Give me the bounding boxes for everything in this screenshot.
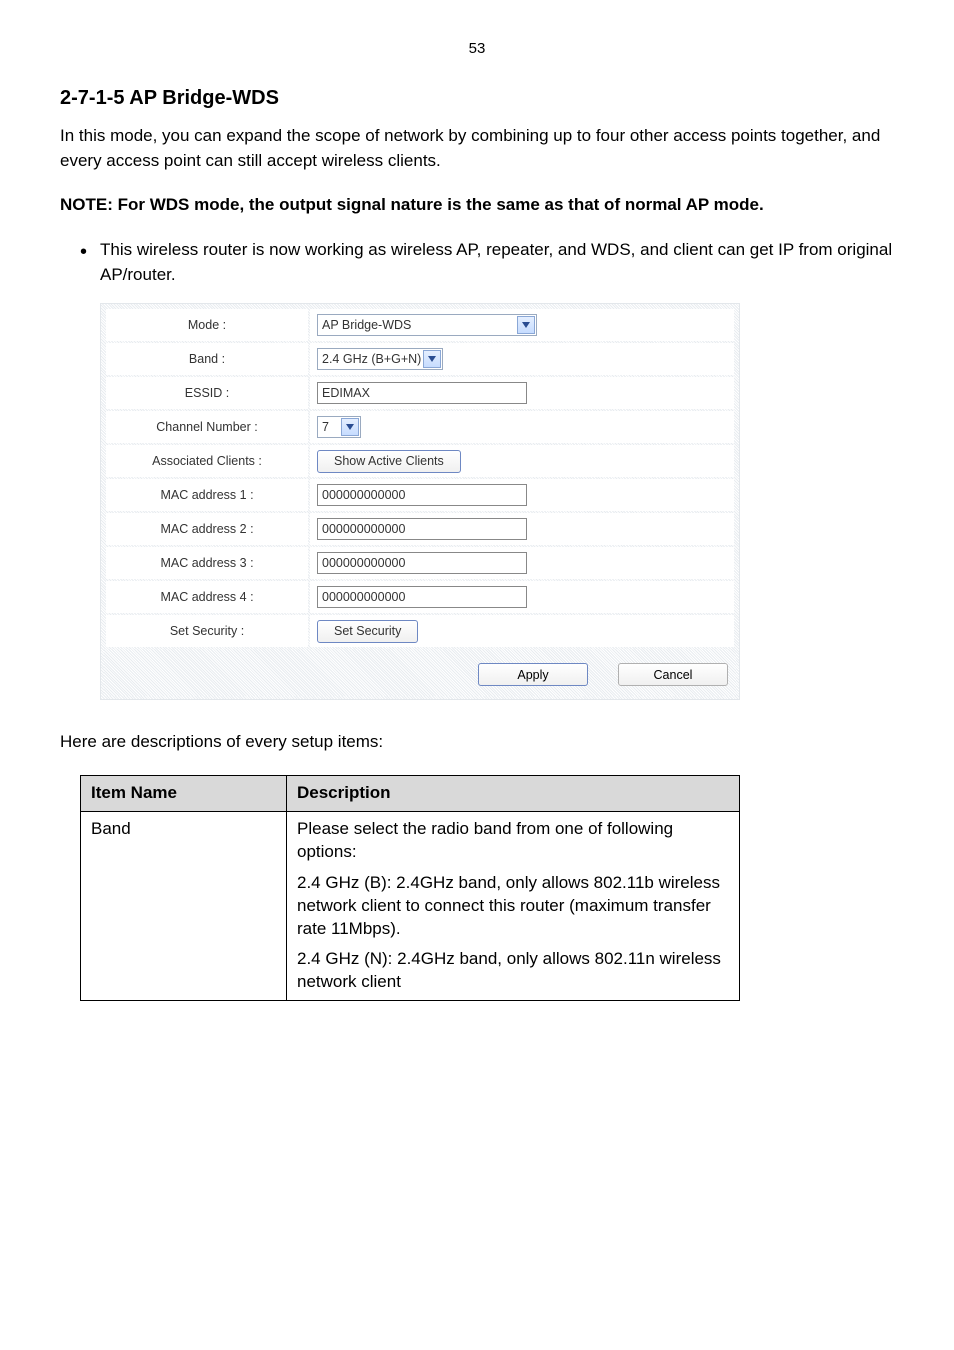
- label-assoc-clients: Associated Clients :: [106, 445, 308, 477]
- desc-header-desc: Description: [287, 775, 740, 811]
- mode-select[interactable]: AP Bridge-WDS: [317, 314, 537, 336]
- desc-intro: Here are descriptions of every setup ite…: [60, 730, 894, 755]
- label-band: Band :: [106, 343, 308, 375]
- chevron-down-icon: [423, 350, 441, 368]
- note-paragraph: NOTE: For WDS mode, the output signal na…: [60, 193, 894, 218]
- label-mac2: MAC address 2 :: [106, 513, 308, 545]
- band-select[interactable]: 2.4 GHz (B+G+N): [317, 348, 443, 370]
- label-essid: ESSID :: [106, 377, 308, 409]
- chevron-down-icon: [341, 418, 359, 436]
- desc-band-text: Please select the radio band from one of…: [287, 811, 740, 1001]
- desc-band-24n: 2.4 GHz (N): 2.4GHz band, only allows 80…: [297, 948, 729, 994]
- mode-select-value: AP Bridge-WDS: [322, 318, 516, 332]
- mac3-input[interactable]: 000000000000: [317, 552, 527, 574]
- channel-select-value: 7: [322, 420, 340, 434]
- label-mac1: MAC address 1 :: [106, 479, 308, 511]
- page-number: 53: [60, 40, 894, 57]
- desc-band-name: Band: [81, 811, 287, 1001]
- mac1-input[interactable]: 000000000000: [317, 484, 527, 506]
- label-mode: Mode :: [106, 309, 308, 341]
- label-set-security: Set Security :: [106, 615, 308, 647]
- section-heading: 2-7-1-5 AP Bridge-WDS: [60, 87, 894, 110]
- desc-band-intro: Please select the radio band from one of…: [297, 818, 729, 864]
- settings-panel: Mode : AP Bridge-WDS Band : 2.4 GHz (B+G…: [100, 303, 740, 700]
- set-security-button[interactable]: Set Security: [317, 620, 418, 643]
- label-mac3: MAC address 3 :: [106, 547, 308, 579]
- desc-band-24b: 2.4 GHz (B): 2.4GHz band, only allows 80…: [297, 872, 729, 941]
- chevron-down-icon: [517, 316, 535, 334]
- label-channel: Channel Number :: [106, 411, 308, 443]
- bullet-description: This wireless router is now working as w…: [60, 238, 894, 287]
- description-table: Item Name Description Band Please select…: [80, 775, 740, 1002]
- intro-paragraph: In this mode, you can expand the scope o…: [60, 124, 894, 173]
- mac4-input[interactable]: 000000000000: [317, 586, 527, 608]
- essid-input[interactable]: EDIMAX: [317, 382, 527, 404]
- band-select-value: 2.4 GHz (B+G+N): [322, 352, 422, 366]
- label-mac4: MAC address 4 :: [106, 581, 308, 613]
- desc-header-item: Item Name: [81, 775, 287, 811]
- settings-table: Mode : AP Bridge-WDS Band : 2.4 GHz (B+G…: [104, 307, 736, 649]
- cancel-button[interactable]: Cancel: [618, 663, 728, 686]
- apply-button[interactable]: Apply: [478, 663, 588, 686]
- channel-select[interactable]: 7: [317, 416, 361, 438]
- show-active-clients-button[interactable]: Show Active Clients: [317, 450, 461, 473]
- panel-footer: Apply Cancel: [104, 649, 736, 696]
- mac2-input[interactable]: 000000000000: [317, 518, 527, 540]
